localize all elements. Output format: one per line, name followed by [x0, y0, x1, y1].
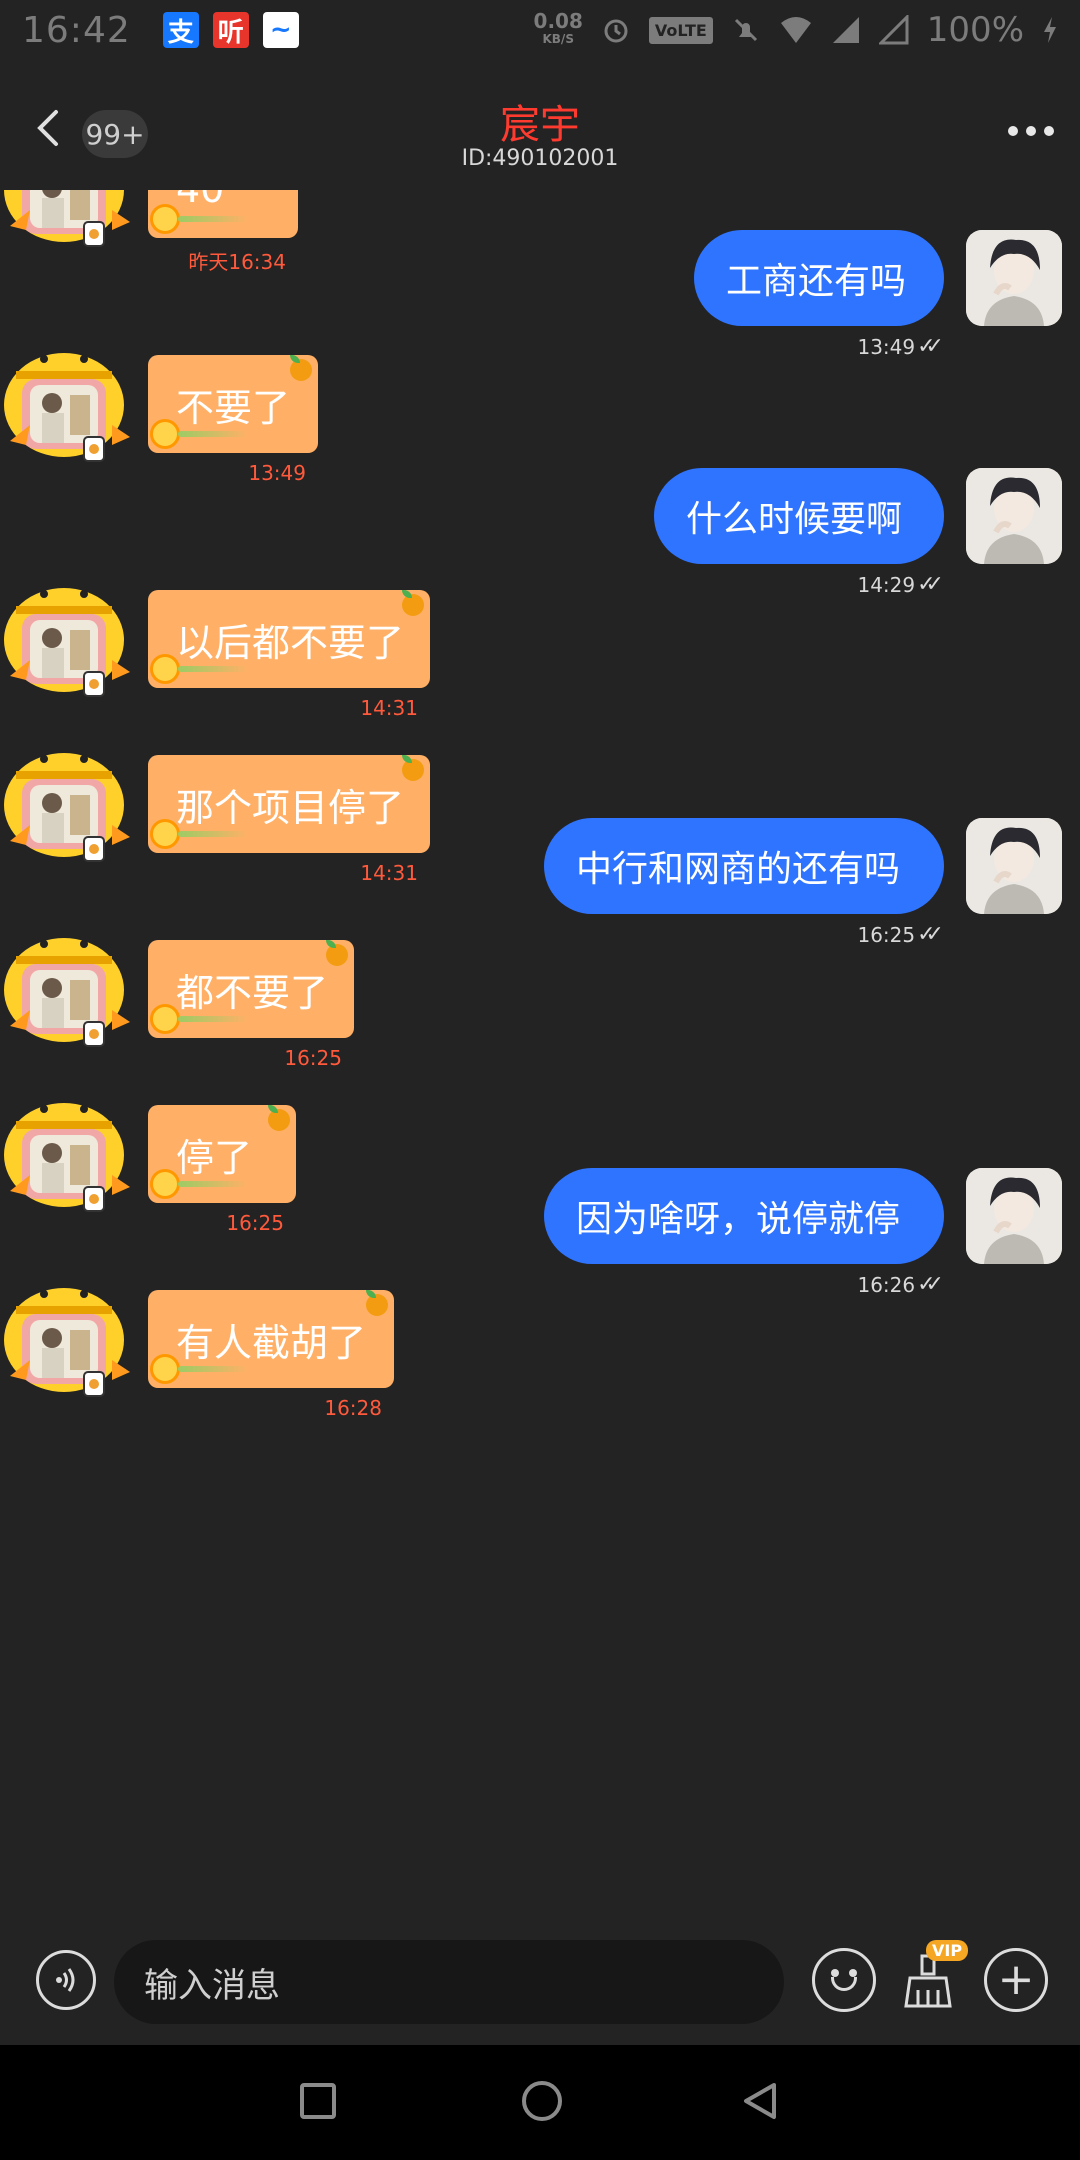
- message-bubble[interactable]: 中行和网商的还有吗: [544, 818, 944, 914]
- orange-sticker-icon: [326, 944, 348, 966]
- back-triangle-icon[interactable]: [740, 2081, 780, 2121]
- message-bubble[interactable]: 因为啥呀，说停就停: [544, 1168, 944, 1264]
- message-time: 14:31: [360, 696, 418, 720]
- message-input[interactable]: 输入消息: [114, 1940, 784, 2024]
- message-bubble[interactable]: 以后都不要了: [148, 590, 430, 688]
- message-bubble[interactable]: 工商还有吗: [694, 230, 944, 326]
- more-actions-button[interactable]: +: [984, 1948, 1048, 2012]
- orange-sticker-icon: [366, 1294, 388, 1316]
- signal-icon: [832, 17, 859, 43]
- status-bar: 16:42 支 听 ~ 0.08 KB/S VoLTE 100%: [0, 0, 1080, 60]
- message-text: 不要了: [176, 385, 291, 430]
- contact-name: 宸宇: [500, 102, 580, 148]
- message-text: 以后都不要了: [176, 620, 405, 665]
- more-options-icon[interactable]: [1008, 126, 1054, 136]
- my-avatar[interactable]: [966, 468, 1062, 564]
- orange-slice-icon: [150, 419, 180, 449]
- voice-icon: [56, 1968, 75, 1992]
- recents-icon[interactable]: [300, 2083, 336, 2119]
- my-avatar[interactable]: [966, 230, 1062, 326]
- alipay-app-icon: 支: [162, 12, 199, 48]
- wifi-icon: [780, 17, 811, 43]
- orange-sticker-icon: [402, 594, 424, 616]
- charging-icon: [1044, 17, 1056, 43]
- mute-icon: [734, 18, 757, 42]
- battery-level: 100%: [926, 10, 1024, 50]
- voice-input-button[interactable]: [36, 1950, 96, 2010]
- my-avatar[interactable]: [966, 1168, 1062, 1264]
- message-bubble[interactable]: 有人截胡了: [148, 1290, 394, 1388]
- my-avatar[interactable]: [966, 818, 1062, 914]
- message-text: 什么时候要啊: [686, 499, 903, 540]
- message-text: 40: [176, 190, 224, 211]
- bird-app-icon: ~: [262, 12, 299, 48]
- message-text: 因为啥呀，说停就停: [576, 1199, 901, 1240]
- chat-screen: 16:42 支 听 ~ 0.08 KB/S VoLTE 100% 99+ 宸宇 …: [0, 0, 1080, 2160]
- volte-icon: VoLTE: [648, 16, 713, 44]
- message-text: 中行和网商的还有吗: [576, 849, 901, 890]
- system-nav-bar: [0, 2045, 1080, 2160]
- network-speed: 0.08 KB/S: [533, 9, 583, 46]
- message-time: 16:28: [324, 1396, 382, 1420]
- message-bubble[interactable]: 不要了: [148, 355, 318, 453]
- message-bubble[interactable]: 都不要了: [148, 940, 354, 1038]
- signal-2-icon: [878, 15, 909, 45]
- listen-app-icon: 听: [212, 12, 249, 48]
- contact-avatar[interactable]: [0, 345, 136, 465]
- incoming-message: 以后都不要了 14:31: [0, 580, 1080, 730]
- message-time: 16:25: [284, 1046, 342, 1070]
- chat-header: 99+ 宸宇 ID:490102001: [0, 60, 1080, 190]
- incoming-message: 都不要了 16:25: [0, 930, 1080, 1080]
- message-list[interactable]: 40昨天16:34工商还有吗13:49✓✓不要了13:49什么时候要啊14:29…: [0, 190, 1080, 1910]
- message-text: 有人截胡了: [176, 1320, 367, 1365]
- contact-id: ID:490102001: [461, 146, 619, 171]
- orange-slice-icon: [150, 654, 180, 684]
- orange-slice-icon: [150, 1004, 180, 1034]
- message-bubble[interactable]: 什么时候要啊: [654, 468, 944, 564]
- orange-sticker-icon: [402, 759, 424, 781]
- contact-avatar[interactable]: [0, 1280, 136, 1400]
- message-text: 工商还有吗: [726, 261, 907, 302]
- home-icon[interactable]: [522, 2081, 562, 2121]
- alarm-icon: [604, 19, 628, 43]
- orange-slice-icon: [150, 1354, 180, 1384]
- vip-badge: VIP: [926, 1940, 969, 1961]
- status-right-group: 0.08 KB/S VoLTE 100%: [534, 10, 1058, 50]
- emoji-button[interactable]: [812, 1948, 876, 2012]
- incoming-message: 有人截胡了 16:28: [0, 1280, 1080, 1430]
- contact-avatar[interactable]: [0, 580, 136, 700]
- input-bar: 输入消息 VIP +: [0, 1920, 1080, 2045]
- contact-avatar[interactable]: [0, 930, 136, 1050]
- orange-sticker-icon: [268, 1109, 290, 1131]
- orange-sticker-icon: [290, 359, 312, 381]
- status-time: 16:42: [22, 9, 131, 51]
- message-text: 都不要了: [176, 970, 329, 1015]
